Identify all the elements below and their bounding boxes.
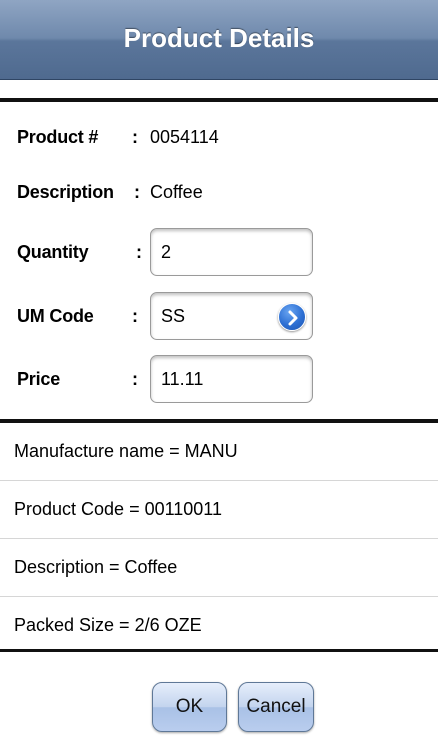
price-label: Price bbox=[17, 369, 61, 389]
description-label: Description bbox=[17, 182, 114, 202]
price-row: Price : 11.11 bbox=[0, 354, 438, 404]
description-row: Description : Coffee bbox=[0, 172, 438, 224]
product-number-label: Product # bbox=[17, 127, 99, 147]
product-number-value: 0054114 bbox=[150, 127, 219, 147]
disclosure-arrow-icon[interactable] bbox=[278, 303, 306, 331]
description-colon: : bbox=[134, 182, 140, 202]
product-form: Product # : 0054114 Description : Coffee… bbox=[0, 103, 438, 419]
ok-button[interactable]: OK bbox=[152, 682, 227, 732]
um-code-colon: : bbox=[132, 306, 138, 326]
price-field[interactable]: 11.11 bbox=[150, 355, 313, 403]
um-code-select[interactable]: SS bbox=[150, 292, 313, 340]
um-code-row: UM Code : SS bbox=[0, 291, 438, 341]
product-number-row: Product # : 0054114 bbox=[0, 111, 438, 163]
um-code-label: UM Code bbox=[17, 306, 94, 326]
um-code-value: SS bbox=[161, 306, 186, 326]
nav-bar: Product Details bbox=[0, 0, 438, 80]
price-colon: : bbox=[132, 369, 138, 389]
section-divider-bottom bbox=[0, 649, 438, 652]
cancel-button[interactable]: Cancel bbox=[238, 682, 314, 732]
product-number-colon: : bbox=[132, 127, 138, 147]
page-title: Product Details bbox=[123, 23, 315, 53]
description-value: Coffee bbox=[150, 182, 203, 202]
quantity-row: Quantity : 2 bbox=[0, 227, 438, 277]
info-manufacture-name: Manufacture name = MANU bbox=[14, 441, 238, 461]
section-divider-top bbox=[0, 98, 438, 102]
quantity-field[interactable]: 2 bbox=[150, 228, 313, 276]
info-description: Description = Coffee bbox=[14, 557, 178, 577]
quantity-label: Quantity bbox=[17, 242, 89, 262]
info-product-code: Product Code = 00110011 bbox=[14, 499, 222, 519]
quantity-colon: : bbox=[136, 242, 142, 262]
info-packed-size: Packed Size = 2/6 OZE bbox=[14, 615, 202, 635]
